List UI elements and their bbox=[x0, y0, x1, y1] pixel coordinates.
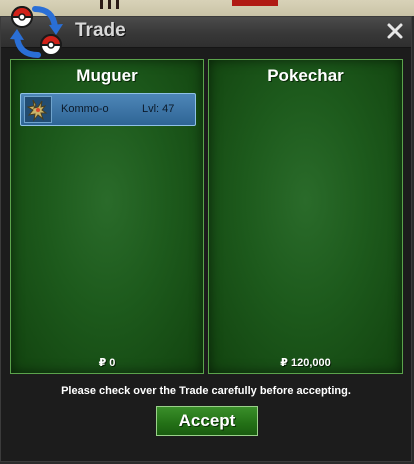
kommo-o-sprite-icon bbox=[26, 99, 48, 122]
my-trade-panel: Muguer Kommo-o Lvl: 47 ₽ 0 bbox=[10, 59, 204, 374]
world-mark bbox=[108, 0, 111, 9]
pokemon-sprite bbox=[24, 96, 52, 123]
partner-trade-panel: Pokechar ₽ 120,000 bbox=[208, 59, 403, 374]
offered-money: ₽ 120,000 bbox=[280, 357, 331, 369]
trainer-name: Pokechar bbox=[267, 66, 344, 85]
trade-window: Trade Muguer Kommo-o Lvl: 47 ₽ 0 Pokecha… bbox=[0, 6, 412, 462]
window-title: Trade bbox=[75, 20, 126, 41]
pokemon-name: Kommo-o bbox=[61, 103, 109, 115]
trade-arrows-icon bbox=[10, 6, 63, 58]
world-red-object bbox=[232, 0, 278, 6]
close-icon bbox=[387, 23, 403, 39]
world-mark bbox=[116, 0, 119, 9]
trade-notice: Please check over the Trade carefully be… bbox=[61, 385, 351, 397]
close-button[interactable] bbox=[385, 21, 405, 41]
world-mark bbox=[100, 0, 103, 9]
trainer-name: Muguer bbox=[76, 66, 138, 85]
accept-button[interactable]: Accept bbox=[156, 406, 258, 436]
offered-money: ₽ 0 bbox=[98, 357, 116, 369]
trade-pokemon-slot[interactable]: Kommo-o Lvl: 47 bbox=[20, 93, 196, 126]
pokemon-level: Lvl: 47 bbox=[142, 103, 175, 115]
